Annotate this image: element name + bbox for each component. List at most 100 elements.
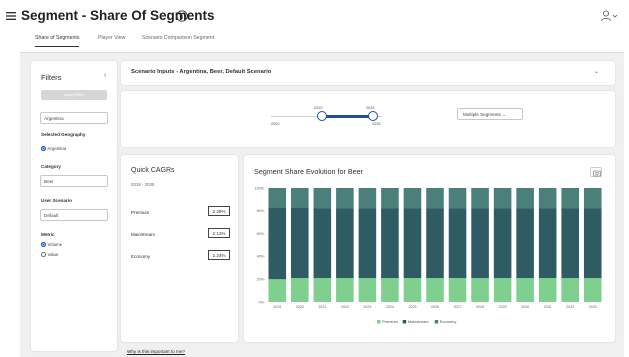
x-tick-label: 2025 xyxy=(408,305,416,309)
bar-economy-2033[interactable] xyxy=(583,188,602,209)
bar-premium-2025[interactable] xyxy=(403,278,422,302)
bar-economy-2027[interactable] xyxy=(448,188,467,209)
bar-premium-2019[interactable] xyxy=(268,279,287,302)
bar-economy-2022[interactable] xyxy=(336,188,354,209)
scenario-inputs-bar[interactable]: Scenario Inputs - Argentina, Beer, Defau… xyxy=(121,61,615,85)
bar-premium-2020[interactable] xyxy=(291,278,309,302)
bar-economy-2021[interactable] xyxy=(313,188,332,209)
selected-geography-value: Argentina xyxy=(47,146,67,151)
tab-share-of-segments[interactable]: Share of Segments xyxy=(35,35,80,47)
bar-mainstream-2020[interactable] xyxy=(291,207,309,279)
info-icon[interactable] xyxy=(176,10,188,22)
bar-premium-2033[interactable] xyxy=(583,278,602,302)
apply-filter-button[interactable]: Apply Filter xyxy=(41,90,107,100)
metric-option-volume[interactable]: Volume xyxy=(41,242,62,247)
chevron-down-icon: ⌄ xyxy=(502,112,506,117)
bar-economy-2020[interactable] xyxy=(291,188,309,208)
bar-economy-2026[interactable] xyxy=(426,188,444,209)
bar-mainstream-2032[interactable] xyxy=(561,208,579,279)
legend-swatch-economy xyxy=(434,320,439,324)
year-slider-range xyxy=(321,115,371,118)
bar-mainstream-2030[interactable] xyxy=(516,208,534,279)
bar-economy-2028[interactable] xyxy=(471,188,489,209)
metric-value-label: Value xyxy=(47,252,59,257)
radio-selected-icon[interactable] xyxy=(41,146,46,151)
cagr-premium-value: 2.29% xyxy=(208,206,230,216)
bar-mainstream-2027[interactable] xyxy=(448,208,467,279)
bar-mainstream-2021[interactable] xyxy=(313,208,332,279)
legend-swatch-mainstream xyxy=(402,320,407,324)
bar-premium-2021[interactable] xyxy=(313,278,332,302)
collapse-chevron-icon[interactable]: ‹ xyxy=(104,72,106,79)
x-tick-label: 2021 xyxy=(318,305,326,309)
metric-option-value[interactable]: Value xyxy=(41,252,58,257)
bar-premium-2024[interactable] xyxy=(381,278,399,302)
tab-scenario-comparison[interactable]: Scenario Comparison Segment xyxy=(142,35,214,46)
why-important-link[interactable]: Why is this important to me? xyxy=(127,349,185,354)
legend-label-economy: Economy xyxy=(440,319,457,324)
bar-economy-2019[interactable] xyxy=(268,188,287,208)
selected-geography-option[interactable]: Argentina xyxy=(41,146,66,151)
bar-economy-2024[interactable] xyxy=(381,188,399,209)
bar-mainstream-2025[interactable] xyxy=(403,208,422,279)
year-slider-end-handle[interactable] xyxy=(368,111,378,121)
bar-premium-2029[interactable] xyxy=(493,278,512,302)
year-slider-start-handle[interactable] xyxy=(317,111,327,121)
bar-mainstream-2026[interactable] xyxy=(426,208,444,279)
segment-select-label: Multiple Segments xyxy=(463,112,501,117)
bar-premium-2022[interactable] xyxy=(336,278,354,302)
geography-select[interactable]: Argentina xyxy=(40,112,108,124)
bar-mainstream-2031[interactable] xyxy=(538,208,557,279)
legend-label-premium: Premium xyxy=(382,319,399,324)
bar-premium-2030[interactable] xyxy=(516,278,534,302)
bar-premium-2027[interactable] xyxy=(448,278,467,302)
bar-mainstream-2024[interactable] xyxy=(381,208,399,279)
bar-economy-2025[interactable] xyxy=(403,188,422,209)
legend-swatch-premium xyxy=(377,320,381,324)
x-tick-label: 2024 xyxy=(386,305,394,309)
segment-share-chart-panel: Segment Share Evolution for Beer 0%- 20%-… xyxy=(244,155,615,342)
radio-selected-icon[interactable] xyxy=(41,242,46,247)
bar-mainstream-2033[interactable] xyxy=(583,208,602,279)
bar-economy-2029[interactable] xyxy=(493,188,512,209)
slider-max-label: 2035 xyxy=(372,122,381,126)
bar-mainstream-2019[interactable] xyxy=(268,207,287,280)
bar-mainstream-2029[interactable] xyxy=(493,208,512,279)
y-tick-label: 0%- xyxy=(259,300,266,304)
user-scenario-label: User Scenario xyxy=(41,198,72,203)
x-tick-label: 2031 xyxy=(544,305,552,309)
x-tick-label: 2023 xyxy=(363,305,371,309)
year-range-panel: 2019 2033 2000 2035 Multiple Segments ⌄ xyxy=(121,91,615,147)
filters-title: Filters xyxy=(41,73,62,82)
bar-economy-2031[interactable] xyxy=(538,188,557,209)
user-scenario-select[interactable]: Default xyxy=(40,209,108,221)
tab-player-view[interactable]: Player View xyxy=(98,35,125,46)
filters-panel: Filters ‹ Apply Filter Argentina Selecte… xyxy=(31,61,117,351)
bar-mainstream-2022[interactable] xyxy=(336,208,354,279)
bar-premium-2032[interactable] xyxy=(561,278,579,302)
bar-economy-2032[interactable] xyxy=(561,188,579,209)
user-menu-icon[interactable] xyxy=(600,9,620,23)
selected-geography-label: Selected Geography xyxy=(41,132,86,137)
menu-icon[interactable] xyxy=(6,11,16,21)
bar-economy-2023[interactable] xyxy=(358,188,377,209)
segment-multiselect[interactable]: Multiple Segments ⌄ xyxy=(457,108,523,120)
radio-unselected-icon[interactable] xyxy=(41,252,46,257)
chevron-down-icon[interactable]: ⌄ xyxy=(594,68,599,75)
scenario-inputs-text: Scenario Inputs - Argentina, Beer, Defau… xyxy=(131,69,272,75)
bar-mainstream-2028[interactable] xyxy=(471,208,489,279)
category-select[interactable]: Beer xyxy=(40,175,108,187)
bar-mainstream-2023[interactable] xyxy=(358,208,377,279)
category-label: Category xyxy=(41,164,61,169)
bar-economy-2030[interactable] xyxy=(516,188,534,209)
bar-premium-2023[interactable] xyxy=(358,278,377,302)
x-tick-label: 2032 xyxy=(566,305,574,309)
cagr-economy-label: Economy xyxy=(131,254,151,259)
bar-premium-2028[interactable] xyxy=(471,278,489,302)
bar-premium-2031[interactable] xyxy=(538,278,557,302)
y-tick-label: 100%- xyxy=(255,186,266,190)
x-tick-label: 2022 xyxy=(341,305,349,309)
bar-premium-2026[interactable] xyxy=(426,278,444,302)
cagr-period: 2019 - 2035 xyxy=(131,182,155,187)
quick-cagrs-panel: Quick CAGRs 2019 - 2035 Premium 2.29% Ma… xyxy=(121,155,238,342)
